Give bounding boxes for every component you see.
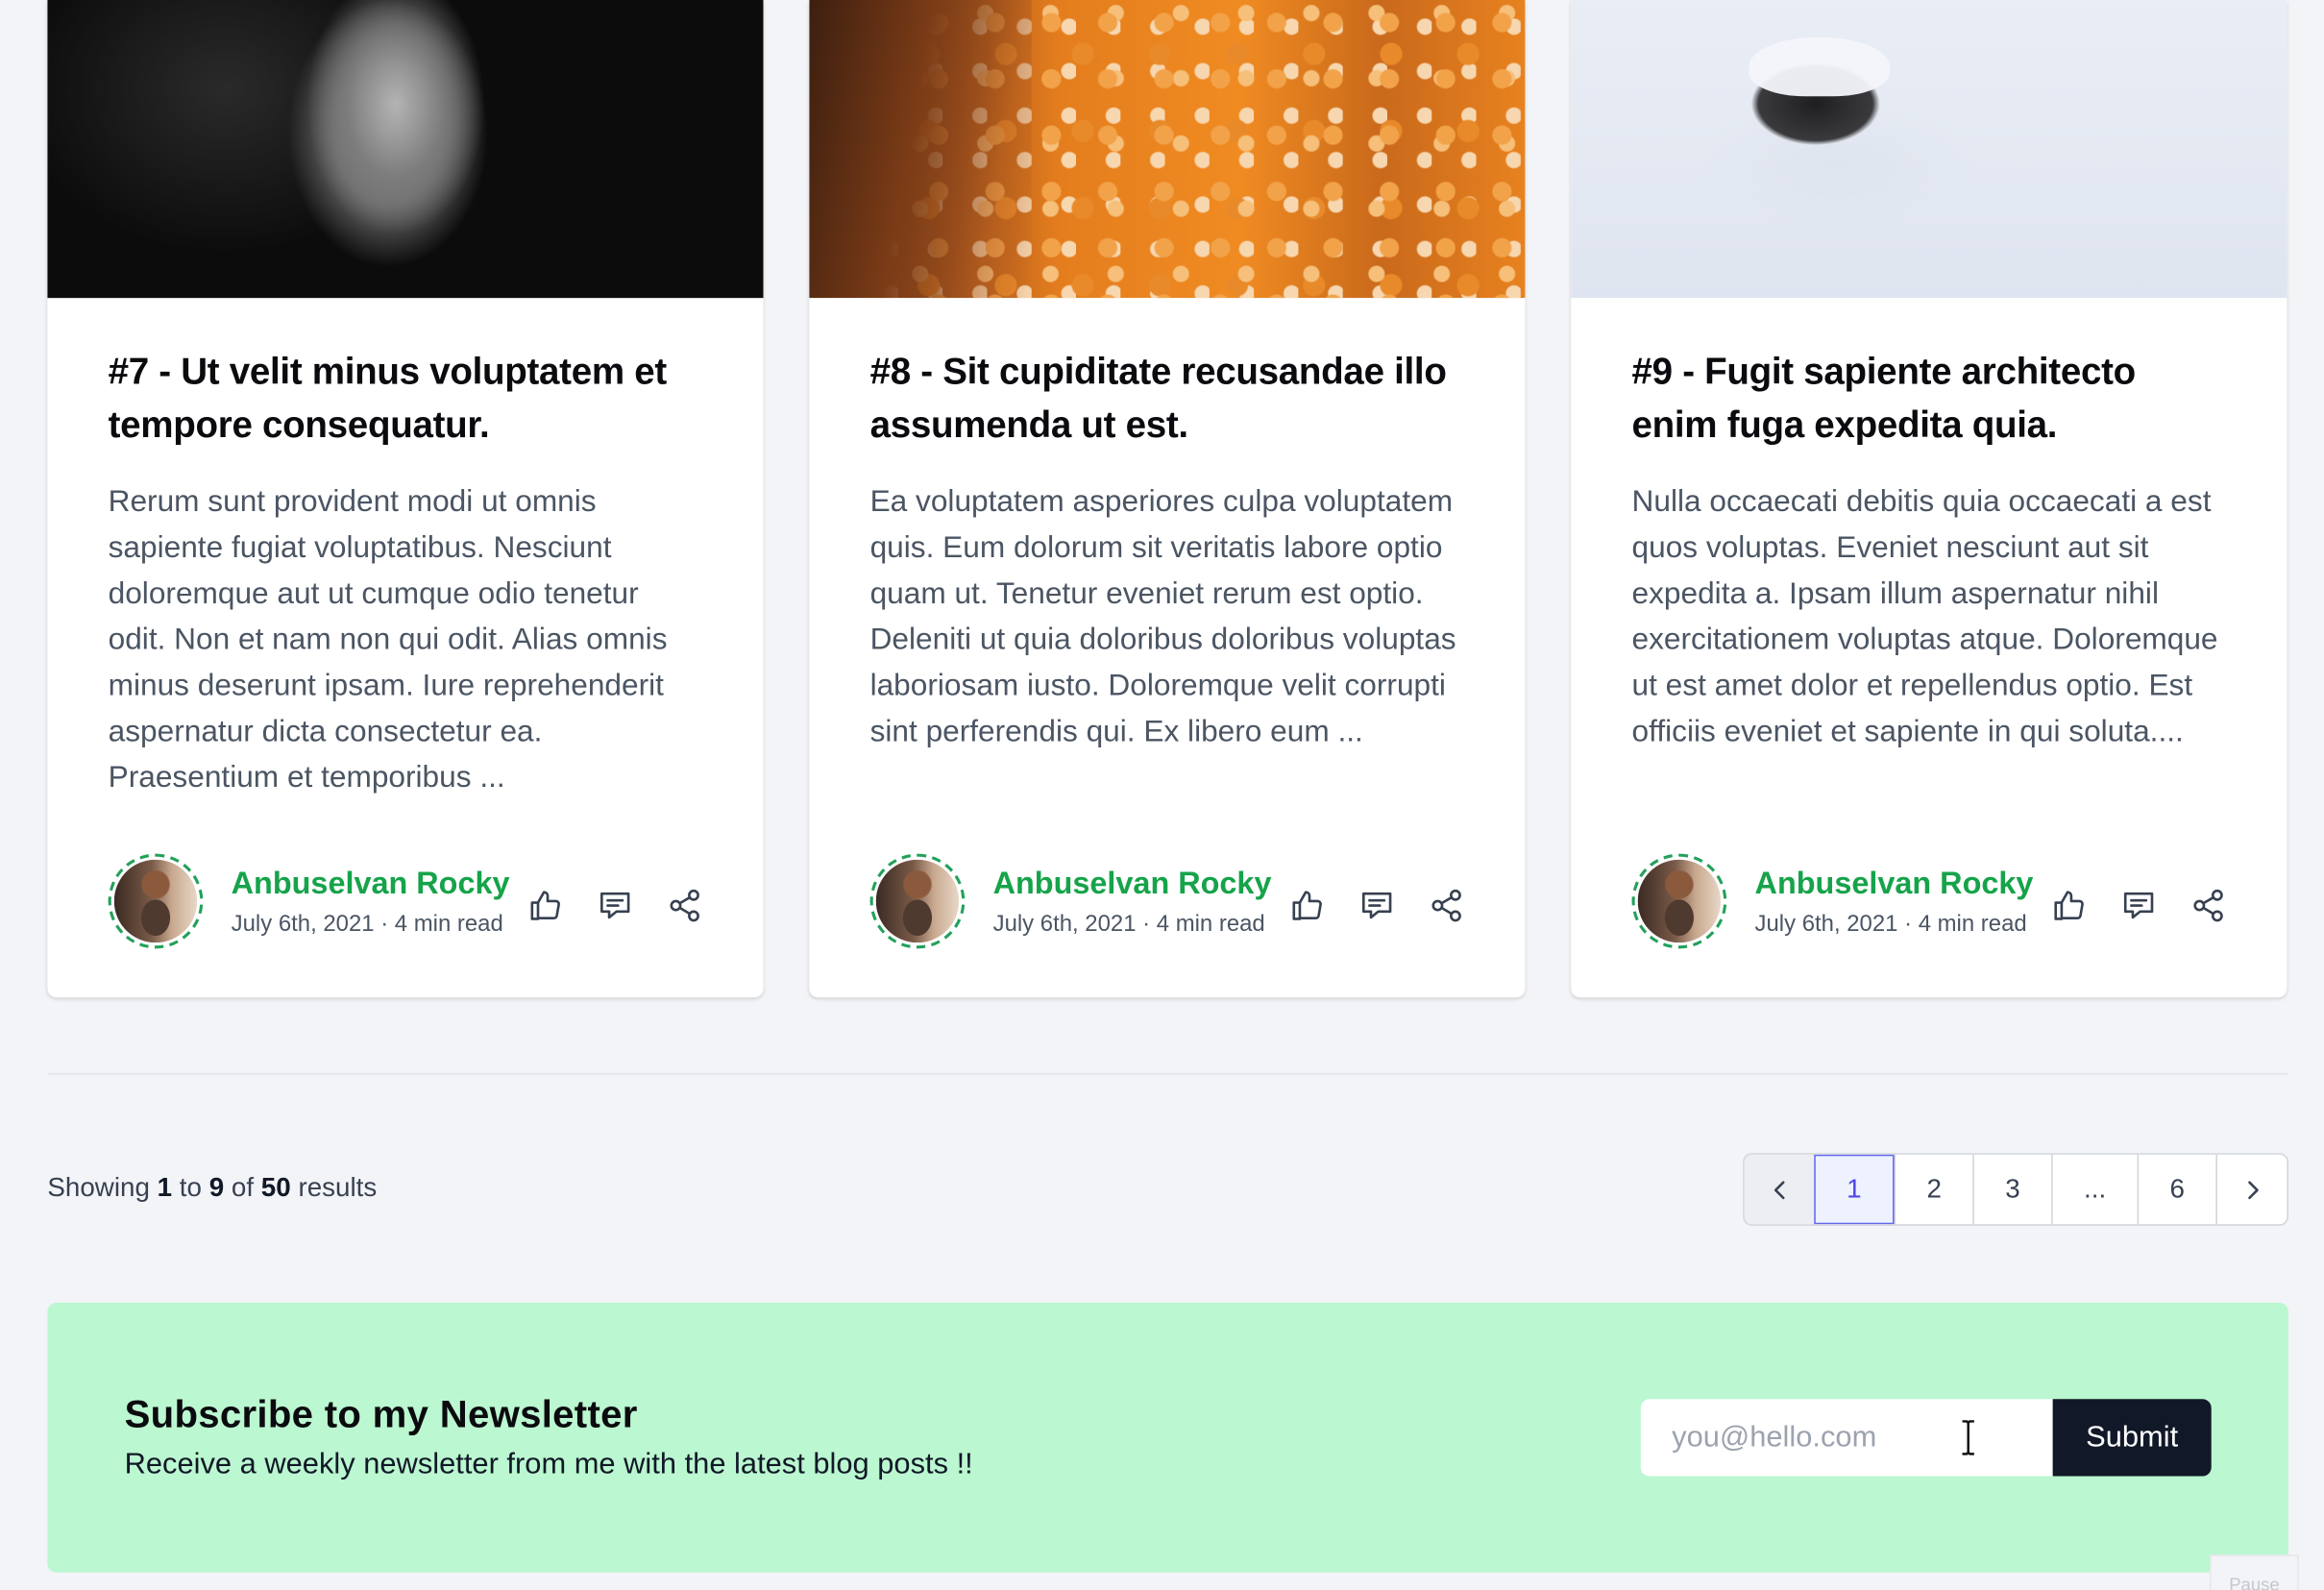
- post-title[interactable]: #9 - Fugit sapiente architecto enim fuga…: [1632, 345, 2227, 452]
- next-page-button[interactable]: [2215, 1154, 2287, 1225]
- post-card[interactable]: #7 - Ut velit minus voluptatem et tempor…: [47, 0, 764, 998]
- results-summary: Showing 1 to 9 of 50 results: [47, 1172, 378, 1203]
- email-input[interactable]: [1640, 1399, 2053, 1477]
- share-icon[interactable]: [2190, 888, 2226, 923]
- post-excerpt: Ea voluptatem asperiores culpa voluptate…: [869, 484, 1456, 749]
- newsletter-subtitle: Receive a weekly newsletter from me with…: [124, 1448, 973, 1481]
- like-icon[interactable]: [1289, 888, 1325, 923]
- comment-icon[interactable]: [598, 888, 633, 923]
- page-button-1[interactable]: 1: [1814, 1154, 1895, 1225]
- like-icon[interactable]: [2051, 888, 2087, 923]
- author-name[interactable]: Anbuselvan Rocky: [993, 864, 1290, 905]
- post-title[interactable]: #7 - Ut velit minus voluptatem et tempor…: [109, 345, 703, 452]
- author-name[interactable]: Anbuselvan Rocky: [1755, 864, 2052, 905]
- post-card[interactable]: #9 - Fugit sapiente architecto enim fuga…: [1571, 0, 2287, 998]
- chevron-left-icon: [1774, 1180, 1784, 1199]
- avatar: [869, 853, 966, 949]
- post-meta: July 6th, 2021 · 4 min read: [231, 911, 503, 937]
- results-total: 50: [260, 1172, 291, 1203]
- comment-icon[interactable]: [1359, 888, 1395, 923]
- page-button-6[interactable]: 6: [2137, 1154, 2216, 1225]
- results-to: 9: [208, 1172, 225, 1203]
- post-image[interactable]: [809, 0, 1526, 299]
- share-icon[interactable]: [1429, 888, 1464, 923]
- results-from: 1: [157, 1172, 173, 1203]
- pagination: 1 2 3 ... 6: [1743, 1153, 2288, 1226]
- post-title[interactable]: #8 - Sit cupiditate recusandae illo assu…: [870, 345, 1465, 452]
- avatar: [1631, 853, 1727, 949]
- post-excerpt: Rerum sunt provident modi ut omnis sapie…: [108, 484, 668, 795]
- newsletter-section: Subscribe to my Newsletter Receive a wee…: [47, 1303, 2288, 1573]
- post-card[interactable]: #8 - Sit cupiditate recusandae illo assu…: [809, 0, 1526, 998]
- prev-page-button[interactable]: [1744, 1154, 1815, 1225]
- page-button-2[interactable]: 2: [1894, 1154, 1973, 1225]
- like-icon[interactable]: [527, 888, 563, 923]
- post-image[interactable]: [47, 0, 764, 299]
- text-cursor-icon: [1962, 1420, 1974, 1455]
- chevron-right-icon: [2247, 1180, 2259, 1199]
- submit-button[interactable]: Submit: [2052, 1399, 2212, 1477]
- pause-button[interactable]: Pause: [2210, 1554, 2299, 1590]
- post-meta: July 6th, 2021 · 4 min read: [992, 911, 1265, 937]
- avatar: [108, 853, 204, 949]
- post-meta: July 6th, 2021 · 4 min read: [1754, 911, 2027, 937]
- comment-icon[interactable]: [2121, 888, 2157, 923]
- share-icon[interactable]: [667, 888, 702, 923]
- section-divider: [47, 1072, 2288, 1075]
- author-name[interactable]: Anbuselvan Rocky: [232, 864, 528, 905]
- page-button-3[interactable]: 3: [1972, 1154, 2051, 1225]
- post-excerpt: Nulla occaecati debitis quia occaecati a…: [1631, 484, 2218, 749]
- post-image[interactable]: [1571, 0, 2287, 299]
- newsletter-title: Subscribe to my Newsletter: [124, 1391, 638, 1436]
- page-ellipsis: ...: [2051, 1154, 2137, 1225]
